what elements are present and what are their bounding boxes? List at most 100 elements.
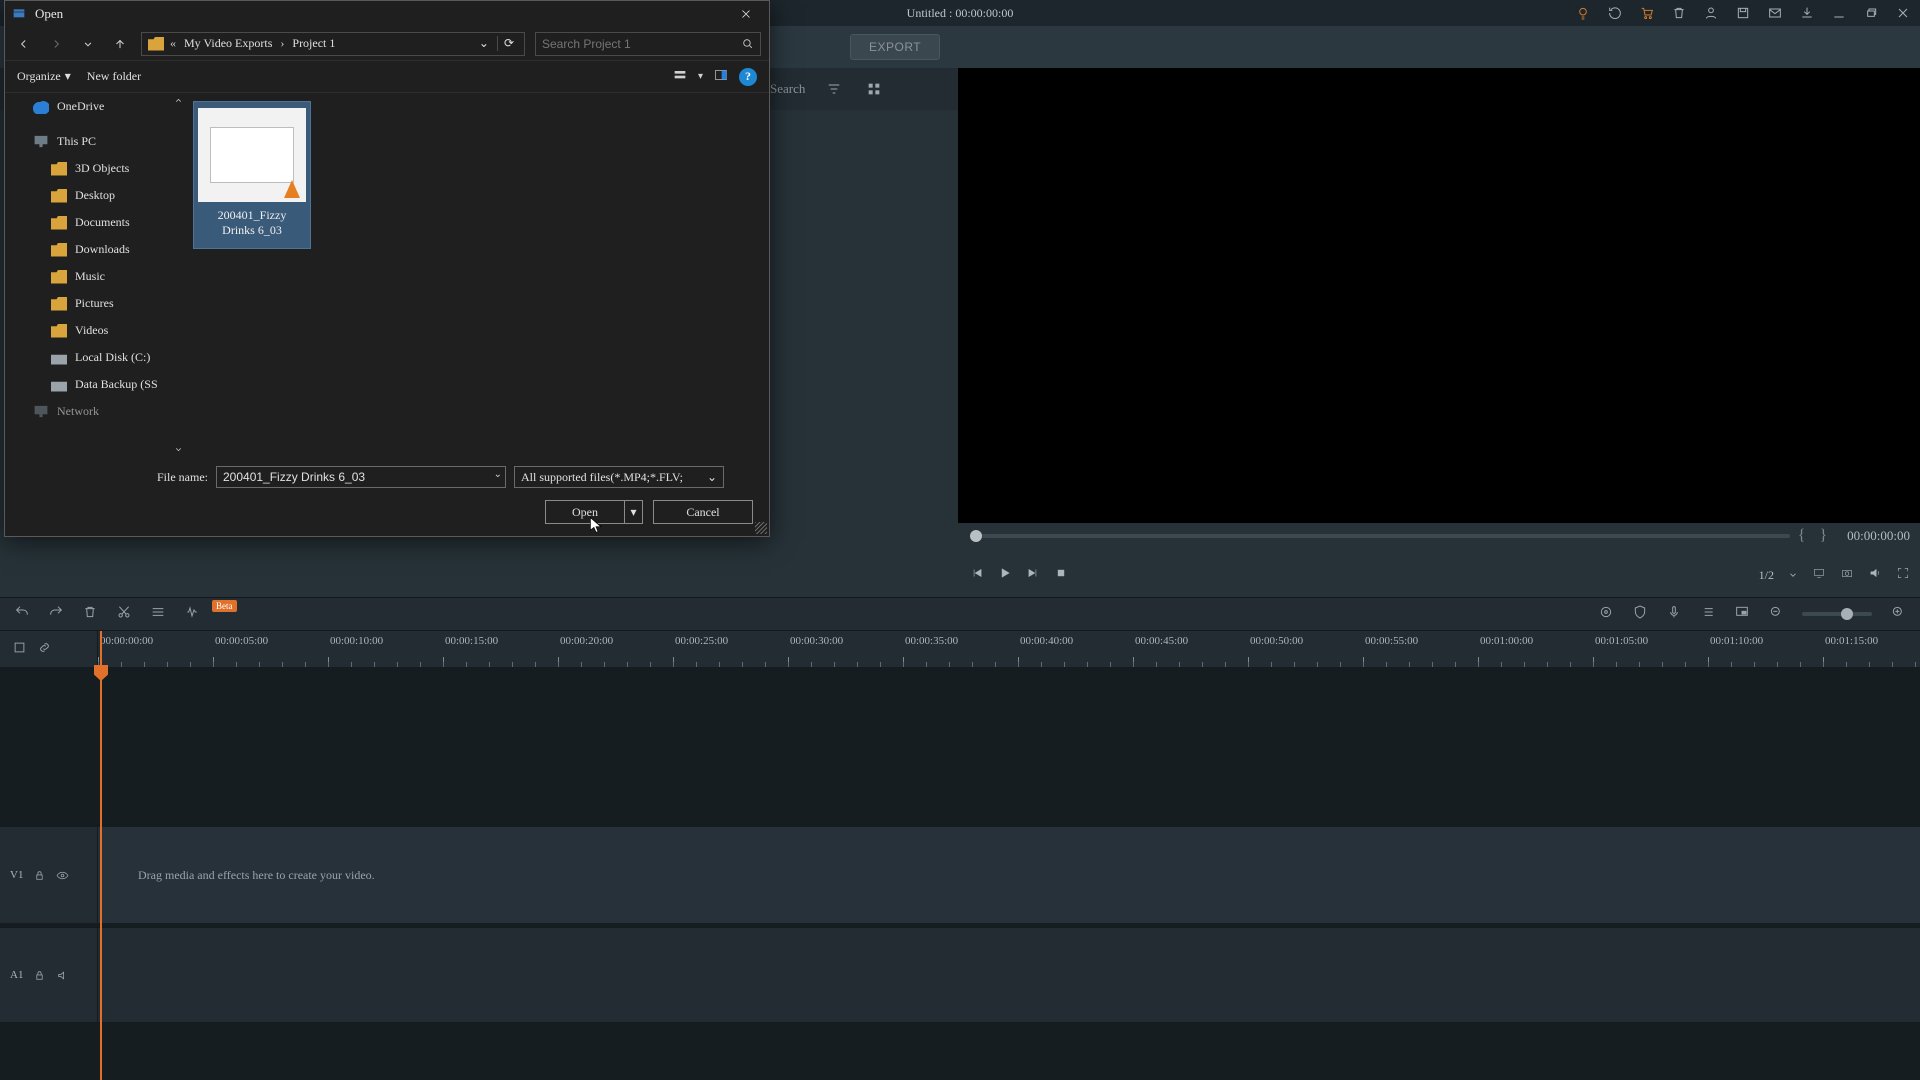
nav-back-icon[interactable] [13, 33, 35, 55]
tree-localdisk[interactable]: Local Disk (C:) [5, 344, 185, 371]
chevron-down-icon[interactable] [1788, 570, 1798, 580]
dialog-titlebar[interactable]: Open [5, 1, 769, 27]
open-button-split[interactable]: ▾ [625, 500, 643, 524]
timeline-playhead[interactable] [100, 631, 102, 1080]
play-icon[interactable] [998, 566, 1012, 584]
user-icon[interactable] [1702, 4, 1720, 22]
zoom-out-icon[interactable] [1768, 604, 1784, 624]
scroll-up-icon[interactable] [171, 93, 185, 107]
cancel-button[interactable]: Cancel [653, 500, 753, 524]
display-icon[interactable] [1812, 566, 1826, 584]
pip-icon[interactable] [1734, 604, 1750, 624]
new-folder-button[interactable]: New folder [87, 69, 141, 84]
tree-3dobjects[interactable]: 3D Objects [5, 155, 185, 182]
nav-up-icon[interactable] [109, 33, 131, 55]
filter-icon[interactable] [823, 78, 845, 100]
file-thumbnail [198, 108, 306, 202]
mark-out-icon[interactable]: } [1819, 527, 1833, 545]
resize-grip-icon[interactable] [755, 522, 767, 534]
video-preview [958, 68, 1920, 523]
window-restore-icon[interactable] [1862, 4, 1880, 22]
nav-forward-icon[interactable] [45, 33, 67, 55]
tree-documents[interactable]: Documents [5, 209, 185, 236]
cart-icon[interactable] [1638, 4, 1656, 22]
tree-desktop[interactable]: Desktop [5, 182, 185, 209]
tree-network[interactable]: Network [5, 398, 185, 425]
delete-icon[interactable] [82, 604, 98, 624]
bulb-icon[interactable] [1574, 4, 1592, 22]
preview-scale[interactable]: 1/2 [1759, 568, 1774, 583]
save-icon[interactable] [1734, 4, 1752, 22]
lock-icon[interactable] [33, 869, 46, 882]
filename-dropdown-icon[interactable]: ⌄ [494, 469, 502, 480]
timeline-body[interactable]: V1 Drag media and effects here to create… [0, 667, 1920, 1080]
audio-track-header[interactable]: A1 [0, 928, 98, 1022]
tree-videos[interactable]: Videos [5, 317, 185, 344]
timeline-drop-hint: Drag media and effects here to create yo… [98, 827, 1920, 923]
breadcrumb[interactable]: « My Video Exports › Project 1 ⌄ ⟳ [141, 32, 525, 56]
preview-seekbar[interactable] [970, 534, 1790, 538]
refresh-icon[interactable]: ⟳ [497, 36, 520, 51]
lock-icon[interactable] [33, 969, 46, 982]
beta-badge: Beta [212, 600, 237, 612]
filename-label: File name: [157, 470, 208, 485]
download-icon[interactable] [1798, 4, 1816, 22]
tree-databackup[interactable]: Data Backup (SS [5, 371, 185, 398]
mark-in-icon[interactable]: { [1798, 527, 1812, 545]
undo-icon[interactable] [14, 604, 30, 624]
redo-icon[interactable] [48, 604, 64, 624]
nav-history-icon[interactable] [77, 33, 99, 55]
trash-icon[interactable] [1670, 4, 1688, 22]
tree-onedrive[interactable]: OneDrive [5, 93, 185, 120]
file-grid[interactable]: 200401_FizzyDrinks 6_03 [185, 93, 769, 456]
filename-input[interactable] [216, 466, 506, 488]
next-frame-icon[interactable] [1026, 566, 1040, 584]
stop-icon[interactable] [1054, 566, 1068, 584]
zoom-in-icon[interactable] [1890, 604, 1906, 624]
mail-icon[interactable] [1766, 4, 1784, 22]
video-track-header[interactable]: V1 [0, 827, 98, 923]
open-button[interactable]: Open [545, 500, 625, 524]
tree-pictures[interactable]: Pictures [5, 290, 185, 317]
timeline-ruler[interactable]: 00:00:00:0000:00:05:0000:00:10:0000:00:1… [98, 631, 1920, 667]
tree-thispc[interactable]: This PC [5, 128, 185, 155]
tree-music[interactable]: Music [5, 263, 185, 290]
media-search-input[interactable]: Search [770, 81, 805, 97]
dialog-search-input[interactable] [535, 32, 761, 56]
fullscreen-icon[interactable] [1896, 566, 1910, 584]
scroll-down-icon[interactable] [171, 442, 185, 456]
export-button[interactable]: EXPORT [850, 34, 940, 60]
settings-lines-icon[interactable] [150, 604, 166, 624]
nav-tree[interactable]: OneDrive This PC 3D Objects Desktop Docu… [5, 93, 185, 456]
target-icon[interactable] [1598, 604, 1614, 624]
speaker-icon[interactable] [56, 969, 69, 982]
help-icon[interactable]: ? [739, 68, 757, 86]
app-title: Untitled : 00:00:00:00 [907, 6, 1014, 21]
window-minimize-icon[interactable] [1830, 4, 1848, 22]
window-close-icon[interactable] [1894, 4, 1912, 22]
list-icon[interactable] [1700, 604, 1716, 624]
mic-icon[interactable] [1666, 604, 1682, 624]
breadcrumb-dropdown-icon[interactable]: ⌄ [473, 36, 495, 51]
file-item-selected[interactable]: 200401_FizzyDrinks 6_03 [193, 101, 311, 249]
eye-icon[interactable] [56, 869, 69, 882]
organize-button[interactable]: Organize ▾ [17, 69, 71, 84]
prev-frame-icon[interactable] [970, 566, 984, 584]
timeline-collapse-icon[interactable] [12, 640, 27, 659]
snapshot-icon[interactable] [1840, 566, 1854, 584]
preview-pane-icon[interactable] [713, 67, 729, 87]
dialog-close-button[interactable] [729, 2, 763, 26]
filetype-select[interactable]: All supported files(*.MP4;*.FLV;⌄ [514, 466, 724, 488]
view-mode-icon[interactable] [672, 67, 688, 87]
timeline-zoom-slider[interactable] [1802, 612, 1872, 616]
breadcrumb-seg1[interactable]: My Video Exports [178, 36, 278, 51]
cut-icon[interactable] [116, 604, 132, 624]
shield-icon[interactable] [1632, 604, 1648, 624]
breadcrumb-seg2[interactable]: Project 1 [286, 36, 341, 51]
refresh-icon[interactable] [1606, 4, 1624, 22]
grid-view-icon[interactable] [863, 78, 885, 100]
volume-icon[interactable] [1868, 566, 1882, 584]
audio-beta-icon[interactable] [184, 604, 200, 624]
link-icon[interactable] [37, 640, 52, 659]
tree-downloads[interactable]: Downloads [5, 236, 185, 263]
